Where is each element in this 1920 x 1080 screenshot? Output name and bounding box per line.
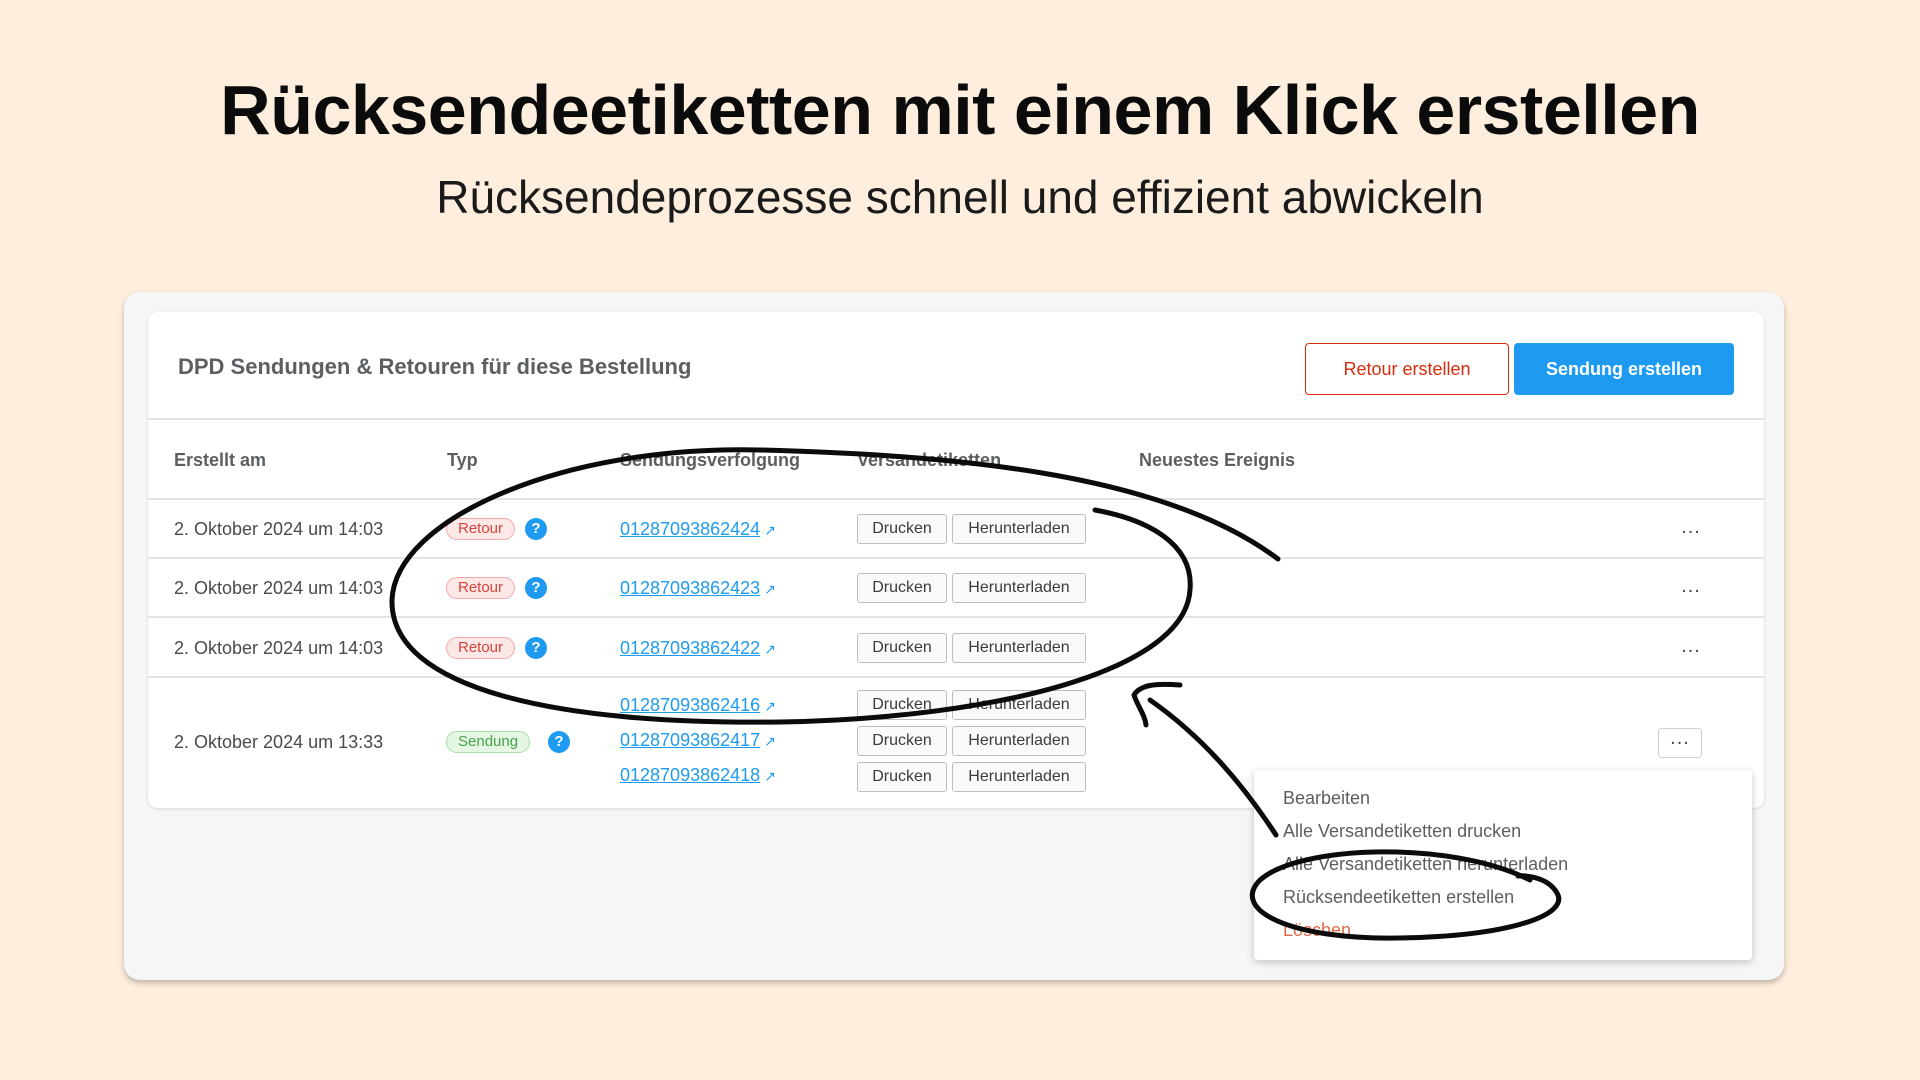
menu-item-edit[interactable]: Bearbeiten [1283, 788, 1370, 809]
menu-item-create-return-labels[interactable]: Rücksendeetiketten erstellen [1283, 887, 1514, 908]
table-row: 2. Oktober 2024 um 14:03 Retour ? 012870… [148, 618, 1764, 678]
more-icon[interactable]: ... [1658, 728, 1702, 758]
type-badge-retour: Retour [446, 637, 516, 659]
tracking-number: 01287093862418 [620, 765, 761, 785]
print-label-button[interactable]: Drucken [857, 690, 947, 720]
tracking-number: 01287093862422 [620, 638, 761, 658]
more-icon[interactable]: ... [1676, 576, 1706, 601]
column-header-type: Typ [447, 450, 478, 470]
print-label-button[interactable]: Drucken [857, 514, 947, 544]
menu-item-download-all[interactable]: Alle Versandetiketten herunterladen [1283, 854, 1568, 875]
tracking-link[interactable]: 01287093862417 ↗ [620, 730, 776, 751]
tracking-number: 01287093862424 [620, 519, 761, 539]
create-return-button[interactable]: Retour erstellen [1305, 343, 1509, 395]
more-icon[interactable]: ... [1676, 636, 1706, 661]
type-badge-retour: Retour [446, 518, 516, 540]
create-shipment-button[interactable]: Sendung erstellen [1514, 343, 1734, 395]
print-label-button[interactable]: Drucken [857, 726, 947, 756]
tracking-number: 01287093862423 [620, 578, 761, 598]
external-link-icon: ↗ [764, 581, 776, 597]
print-label-button[interactable]: Drucken [857, 573, 947, 603]
column-header-tracking: Sendungsverfolgung [620, 450, 800, 470]
external-link-icon: ↗ [764, 698, 776, 714]
tracking-number: 01287093862417 [620, 730, 761, 750]
help-icon[interactable]: ? [548, 731, 570, 753]
card-header: DPD Sendungen & Retouren für diese Beste… [148, 312, 1764, 420]
card-title: DPD Sendungen & Retouren für diese Beste… [178, 354, 692, 379]
table-header: Erstellt am Typ Sendungsverfolgung Versa… [148, 420, 1764, 500]
table-row: 2. Oktober 2024 um 14:03 Retour ? 012870… [148, 500, 1764, 559]
help-icon[interactable]: ? [525, 518, 547, 540]
external-link-icon: ↗ [764, 641, 776, 657]
column-header-created: Erstellt am [174, 450, 267, 470]
external-link-icon: ↗ [764, 768, 776, 784]
type-badge-sendung: Sendung [446, 731, 531, 753]
column-header-latest-event: Neuestes Ereignis [1139, 450, 1296, 470]
table-row: 2. Oktober 2024 um 14:03 Retour ? 012870… [148, 559, 1764, 618]
tracking-link[interactable]: 01287093862422 ↗ [620, 638, 776, 659]
tracking-link[interactable]: 01287093862418 ↗ [620, 765, 776, 786]
external-link-icon: ↗ [764, 733, 776, 749]
download-label-button[interactable]: Herunterladen [952, 514, 1086, 544]
download-label-button[interactable]: Herunterladen [952, 762, 1086, 792]
tracking-link[interactable]: 01287093862424 ↗ [620, 519, 776, 540]
column-header-labels: Versandetiketten [857, 450, 1002, 470]
print-label-button[interactable]: Drucken [857, 762, 947, 792]
tracking-number: 01287093862416 [620, 695, 761, 715]
help-icon[interactable]: ? [525, 577, 547, 599]
tracking-link[interactable]: 01287093862416 ↗ [620, 695, 776, 716]
hero-subtitle: Rücksendeprozesse schnell und effizient … [436, 171, 1484, 223]
print-label-button[interactable]: Drucken [857, 633, 947, 663]
download-label-button[interactable]: Herunterladen [952, 726, 1086, 756]
shipments-card: DPD Sendungen & Retouren für diese Beste… [148, 312, 1764, 808]
download-label-button[interactable]: Herunterladen [952, 633, 1086, 663]
tracking-link[interactable]: 01287093862423 ↗ [620, 578, 776, 599]
download-label-button[interactable]: Herunterladen [952, 690, 1086, 720]
created-date: 2. Oktober 2024 um 14:03 [174, 578, 384, 598]
download-label-button[interactable]: Herunterladen [952, 573, 1086, 603]
type-badge-retour: Retour [446, 577, 516, 599]
hero-title: Rücksendeetiketten mit einem Klick erste… [220, 71, 1700, 149]
help-icon[interactable]: ? [525, 637, 547, 659]
actions-menu: Bearbeiten Alle Versandetiketten drucken… [1254, 770, 1752, 960]
created-date: 2. Oktober 2024 um 13:33 [174, 732, 384, 752]
external-link-icon: ↗ [764, 522, 776, 538]
menu-item-print-all[interactable]: Alle Versandetiketten drucken [1283, 821, 1521, 842]
created-date: 2. Oktober 2024 um 14:03 [174, 519, 384, 539]
created-date: 2. Oktober 2024 um 14:03 [174, 638, 384, 658]
more-icon[interactable]: ... [1676, 517, 1706, 542]
menu-item-delete[interactable]: Löschen [1283, 920, 1351, 941]
